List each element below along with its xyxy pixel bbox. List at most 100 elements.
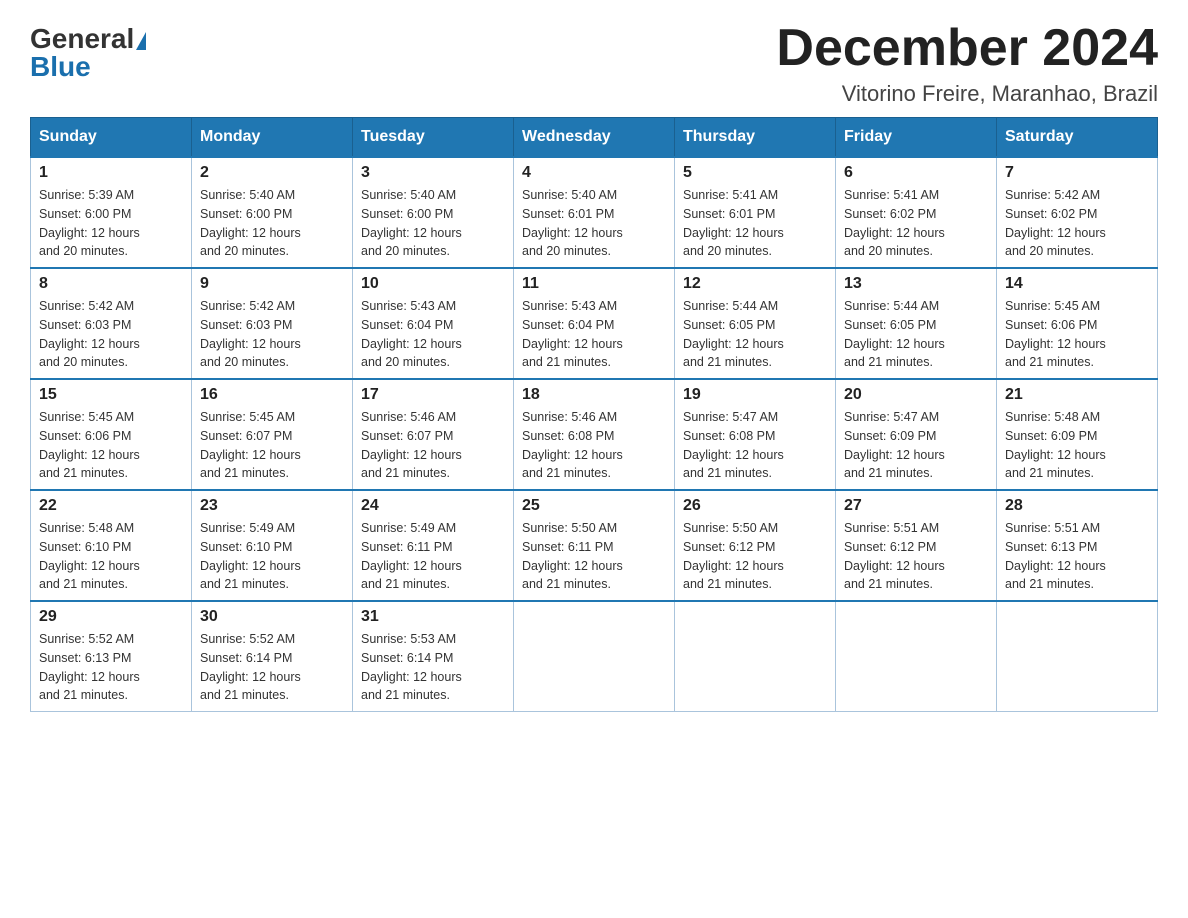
title-section: December 2024 Vitorino Freire, Maranhao,… — [776, 20, 1158, 107]
month-title: December 2024 — [776, 20, 1158, 77]
day-number: 27 — [844, 497, 988, 515]
table-row: 14 Sunrise: 5:45 AM Sunset: 6:06 PM Dayl… — [997, 268, 1158, 379]
day-number: 25 — [522, 497, 666, 515]
table-row: 28 Sunrise: 5:51 AM Sunset: 6:13 PM Dayl… — [997, 490, 1158, 601]
day-number: 30 — [200, 608, 344, 626]
table-row: 3 Sunrise: 5:40 AM Sunset: 6:00 PM Dayli… — [353, 157, 514, 268]
table-row: 2 Sunrise: 5:40 AM Sunset: 6:00 PM Dayli… — [192, 157, 353, 268]
days-of-week-header: Sunday Monday Tuesday Wednesday Thursday… — [31, 118, 1158, 158]
day-number: 29 — [39, 608, 183, 626]
table-row: 17 Sunrise: 5:46 AM Sunset: 6:07 PM Dayl… — [353, 379, 514, 490]
day-number: 14 — [1005, 275, 1149, 293]
day-info: Sunrise: 5:44 AM Sunset: 6:05 PM Dayligh… — [683, 297, 827, 372]
day-info: Sunrise: 5:50 AM Sunset: 6:11 PM Dayligh… — [522, 519, 666, 594]
day-number: 15 — [39, 386, 183, 404]
day-number: 20 — [844, 386, 988, 404]
day-info: Sunrise: 5:40 AM Sunset: 6:00 PM Dayligh… — [200, 186, 344, 261]
table-row: 25 Sunrise: 5:50 AM Sunset: 6:11 PM Dayl… — [514, 490, 675, 601]
day-number: 7 — [1005, 164, 1149, 182]
table-row: 27 Sunrise: 5:51 AM Sunset: 6:12 PM Dayl… — [836, 490, 997, 601]
table-row: 13 Sunrise: 5:44 AM Sunset: 6:05 PM Dayl… — [836, 268, 997, 379]
day-number: 22 — [39, 497, 183, 515]
day-info: Sunrise: 5:45 AM Sunset: 6:07 PM Dayligh… — [200, 408, 344, 483]
table-row: 11 Sunrise: 5:43 AM Sunset: 6:04 PM Dayl… — [514, 268, 675, 379]
day-info: Sunrise: 5:46 AM Sunset: 6:07 PM Dayligh… — [361, 408, 505, 483]
table-row: 5 Sunrise: 5:41 AM Sunset: 6:01 PM Dayli… — [675, 157, 836, 268]
day-number: 17 — [361, 386, 505, 404]
header-wednesday: Wednesday — [514, 118, 675, 158]
day-info: Sunrise: 5:46 AM Sunset: 6:08 PM Dayligh… — [522, 408, 666, 483]
table-row: 24 Sunrise: 5:49 AM Sunset: 6:11 PM Dayl… — [353, 490, 514, 601]
day-info: Sunrise: 5:42 AM Sunset: 6:03 PM Dayligh… — [39, 297, 183, 372]
day-info: Sunrise: 5:53 AM Sunset: 6:14 PM Dayligh… — [361, 630, 505, 705]
calendar-week-4: 22 Sunrise: 5:48 AM Sunset: 6:10 PM Dayl… — [31, 490, 1158, 601]
day-number: 12 — [683, 275, 827, 293]
table-row — [514, 601, 675, 712]
day-info: Sunrise: 5:42 AM Sunset: 6:03 PM Dayligh… — [200, 297, 344, 372]
day-info: Sunrise: 5:41 AM Sunset: 6:02 PM Dayligh… — [844, 186, 988, 261]
day-info: Sunrise: 5:40 AM Sunset: 6:00 PM Dayligh… — [361, 186, 505, 261]
table-row: 16 Sunrise: 5:45 AM Sunset: 6:07 PM Dayl… — [192, 379, 353, 490]
day-info: Sunrise: 5:49 AM Sunset: 6:11 PM Dayligh… — [361, 519, 505, 594]
day-number: 18 — [522, 386, 666, 404]
day-number: 26 — [683, 497, 827, 515]
day-info: Sunrise: 5:52 AM Sunset: 6:14 PM Dayligh… — [200, 630, 344, 705]
table-row: 29 Sunrise: 5:52 AM Sunset: 6:13 PM Dayl… — [31, 601, 192, 712]
day-info: Sunrise: 5:43 AM Sunset: 6:04 PM Dayligh… — [361, 297, 505, 372]
day-number: 4 — [522, 164, 666, 182]
day-info: Sunrise: 5:48 AM Sunset: 6:09 PM Dayligh… — [1005, 408, 1149, 483]
header-monday: Monday — [192, 118, 353, 158]
table-row: 12 Sunrise: 5:44 AM Sunset: 6:05 PM Dayl… — [675, 268, 836, 379]
table-row: 30 Sunrise: 5:52 AM Sunset: 6:14 PM Dayl… — [192, 601, 353, 712]
day-number: 24 — [361, 497, 505, 515]
table-row: 6 Sunrise: 5:41 AM Sunset: 6:02 PM Dayli… — [836, 157, 997, 268]
table-row: 26 Sunrise: 5:50 AM Sunset: 6:12 PM Dayl… — [675, 490, 836, 601]
table-row — [675, 601, 836, 712]
header-friday: Friday — [836, 118, 997, 158]
calendar-week-3: 15 Sunrise: 5:45 AM Sunset: 6:06 PM Dayl… — [31, 379, 1158, 490]
day-info: Sunrise: 5:51 AM Sunset: 6:13 PM Dayligh… — [1005, 519, 1149, 594]
table-row: 22 Sunrise: 5:48 AM Sunset: 6:10 PM Dayl… — [31, 490, 192, 601]
table-row: 10 Sunrise: 5:43 AM Sunset: 6:04 PM Dayl… — [353, 268, 514, 379]
day-number: 11 — [522, 275, 666, 293]
calendar-week-5: 29 Sunrise: 5:52 AM Sunset: 6:13 PM Dayl… — [31, 601, 1158, 712]
logo-blue-text: Blue — [30, 53, 91, 81]
day-number: 28 — [1005, 497, 1149, 515]
day-info: Sunrise: 5:50 AM Sunset: 6:12 PM Dayligh… — [683, 519, 827, 594]
day-info: Sunrise: 5:44 AM Sunset: 6:05 PM Dayligh… — [844, 297, 988, 372]
day-number: 8 — [39, 275, 183, 293]
table-row: 19 Sunrise: 5:47 AM Sunset: 6:08 PM Dayl… — [675, 379, 836, 490]
logo: General Blue — [30, 20, 146, 81]
day-number: 16 — [200, 386, 344, 404]
day-info: Sunrise: 5:47 AM Sunset: 6:09 PM Dayligh… — [844, 408, 988, 483]
header-thursday: Thursday — [675, 118, 836, 158]
calendar-week-1: 1 Sunrise: 5:39 AM Sunset: 6:00 PM Dayli… — [31, 157, 1158, 268]
day-info: Sunrise: 5:51 AM Sunset: 6:12 PM Dayligh… — [844, 519, 988, 594]
day-info: Sunrise: 5:48 AM Sunset: 6:10 PM Dayligh… — [39, 519, 183, 594]
day-info: Sunrise: 5:42 AM Sunset: 6:02 PM Dayligh… — [1005, 186, 1149, 261]
header-saturday: Saturday — [997, 118, 1158, 158]
logo-triangle-icon — [136, 32, 146, 50]
day-info: Sunrise: 5:49 AM Sunset: 6:10 PM Dayligh… — [200, 519, 344, 594]
day-number: 10 — [361, 275, 505, 293]
logo-general-text: General — [30, 25, 146, 53]
day-number: 21 — [1005, 386, 1149, 404]
header-sunday: Sunday — [31, 118, 192, 158]
page-header: General Blue December 2024 Vitorino Frei… — [30, 20, 1158, 107]
day-number: 6 — [844, 164, 988, 182]
day-number: 19 — [683, 386, 827, 404]
day-number: 2 — [200, 164, 344, 182]
table-row: 1 Sunrise: 5:39 AM Sunset: 6:00 PM Dayli… — [31, 157, 192, 268]
table-row: 21 Sunrise: 5:48 AM Sunset: 6:09 PM Dayl… — [997, 379, 1158, 490]
day-number: 9 — [200, 275, 344, 293]
day-number: 1 — [39, 164, 183, 182]
table-row — [997, 601, 1158, 712]
table-row: 23 Sunrise: 5:49 AM Sunset: 6:10 PM Dayl… — [192, 490, 353, 601]
table-row: 15 Sunrise: 5:45 AM Sunset: 6:06 PM Dayl… — [31, 379, 192, 490]
table-row: 7 Sunrise: 5:42 AM Sunset: 6:02 PM Dayli… — [997, 157, 1158, 268]
table-row: 20 Sunrise: 5:47 AM Sunset: 6:09 PM Dayl… — [836, 379, 997, 490]
day-info: Sunrise: 5:45 AM Sunset: 6:06 PM Dayligh… — [1005, 297, 1149, 372]
day-info: Sunrise: 5:45 AM Sunset: 6:06 PM Dayligh… — [39, 408, 183, 483]
day-info: Sunrise: 5:52 AM Sunset: 6:13 PM Dayligh… — [39, 630, 183, 705]
day-info: Sunrise: 5:41 AM Sunset: 6:01 PM Dayligh… — [683, 186, 827, 261]
